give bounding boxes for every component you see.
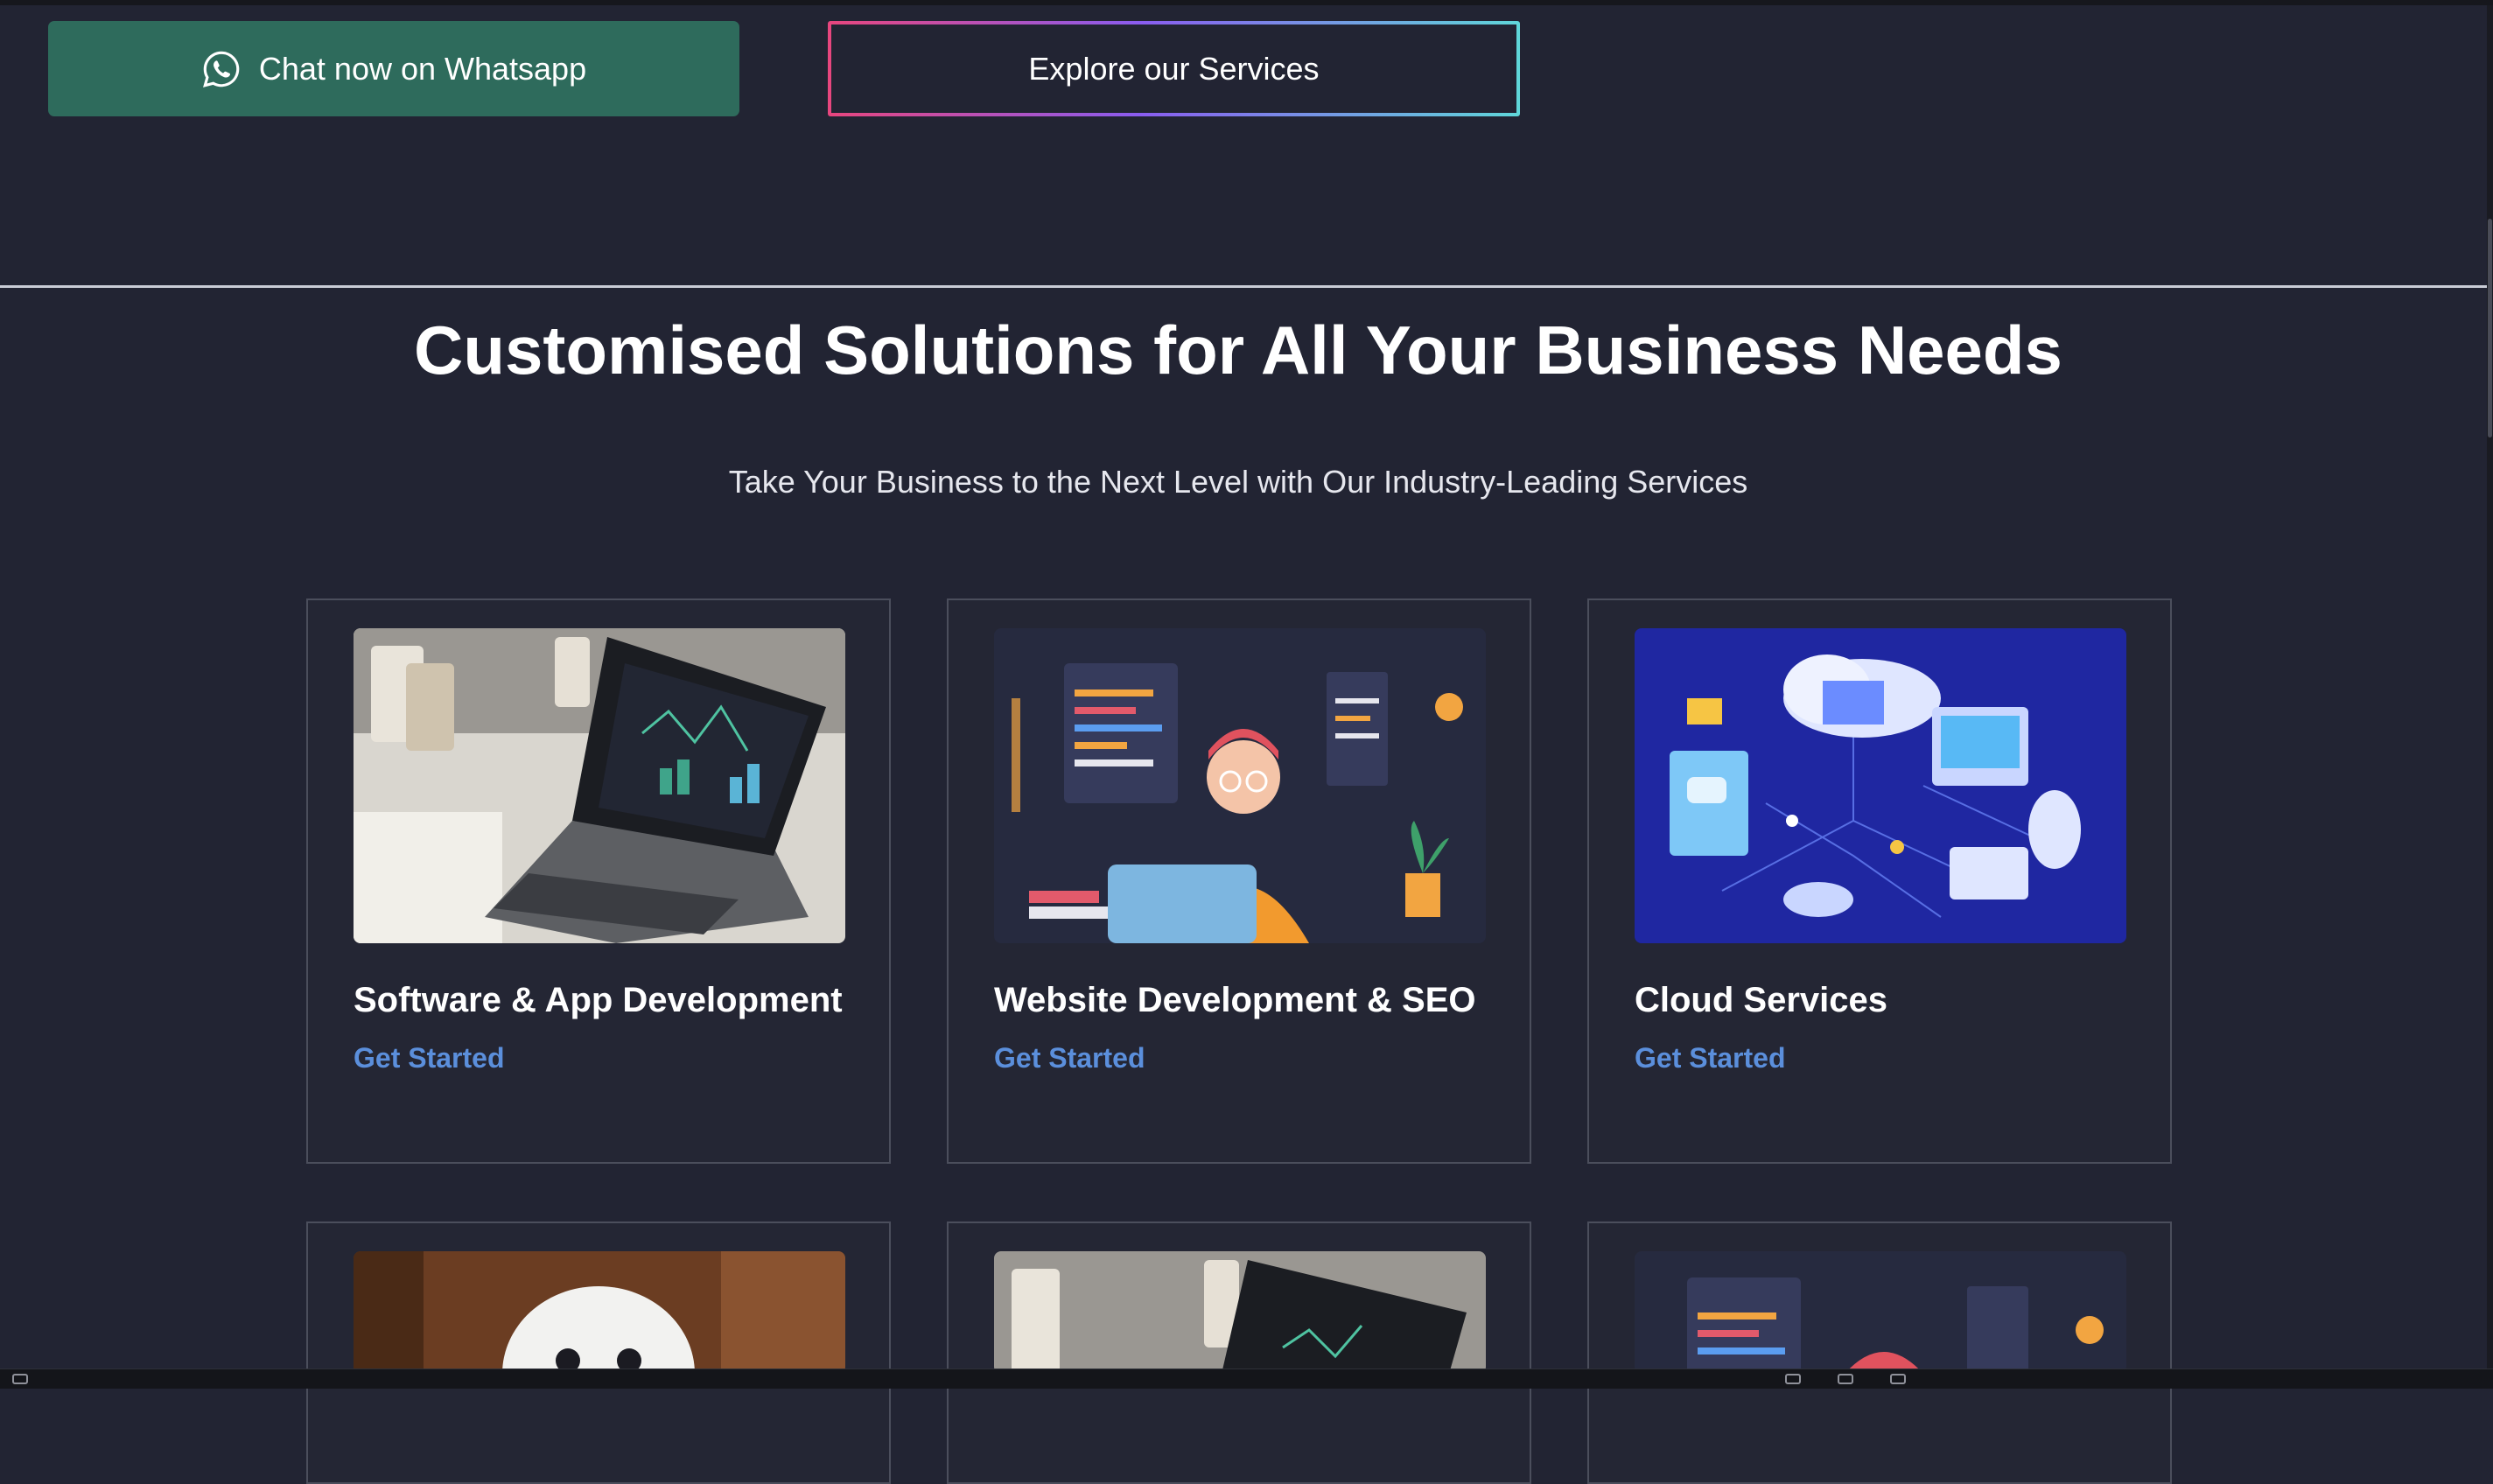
scrollbar-track[interactable]: [2487, 5, 2493, 1368]
laptop-dashboard-photo: [354, 628, 845, 943]
get-started-link[interactable]: Get Started: [1635, 1042, 1785, 1074]
whatsapp-button-label: Chat now on Whatsapp: [258, 50, 587, 87]
service-title: Website Development & SEO: [994, 981, 1476, 1019]
service-card-software[interactable]: Software & App Development Get Started: [306, 598, 891, 1164]
get-started-link[interactable]: Get Started: [994, 1042, 1145, 1074]
service-card-row2-2[interactable]: [947, 1222, 1531, 1484]
web-developer-illustration: [1635, 1251, 2126, 1374]
scrollbar-thumb[interactable]: [2488, 219, 2492, 438]
tray-icon[interactable]: [1838, 1374, 1853, 1384]
service-card-cloud[interactable]: Cloud Services Get Started: [1587, 598, 2172, 1164]
service-title: Software & App Development: [354, 981, 843, 1019]
robot-photo: [354, 1251, 845, 1374]
whatsapp-chat-button[interactable]: Chat now on Whatsapp: [48, 21, 739, 116]
section-title: Customised Solutions for All Your Busine…: [414, 312, 2062, 388]
explore-button-label: Explore our Services: [1028, 50, 1320, 87]
section-divider: [0, 285, 2487, 288]
laptop-dashboard-photo: [994, 1251, 1486, 1374]
window-icon[interactable]: [12, 1374, 28, 1384]
get-started-link[interactable]: Get Started: [354, 1042, 504, 1074]
tray-icon[interactable]: [1890, 1374, 1906, 1384]
service-title: Cloud Services: [1635, 981, 1888, 1019]
taskbar: [0, 1368, 2493, 1389]
top-edge: [0, 0, 2493, 5]
section-subtitle: Take Your Business to the Next Level wit…: [728, 464, 1748, 500]
tray-icon[interactable]: [1785, 1374, 1801, 1384]
cloud-network-illustration: [1635, 628, 2126, 943]
service-card-website[interactable]: Website Development & SEO Get Started: [947, 598, 1531, 1164]
service-card-row2-3[interactable]: [1587, 1222, 2172, 1484]
whatsapp-icon: [202, 51, 240, 88]
explore-services-button[interactable]: Explore our Services: [828, 21, 1520, 116]
service-card-row2-1[interactable]: [306, 1222, 891, 1484]
web-developer-illustration: [994, 628, 1486, 943]
